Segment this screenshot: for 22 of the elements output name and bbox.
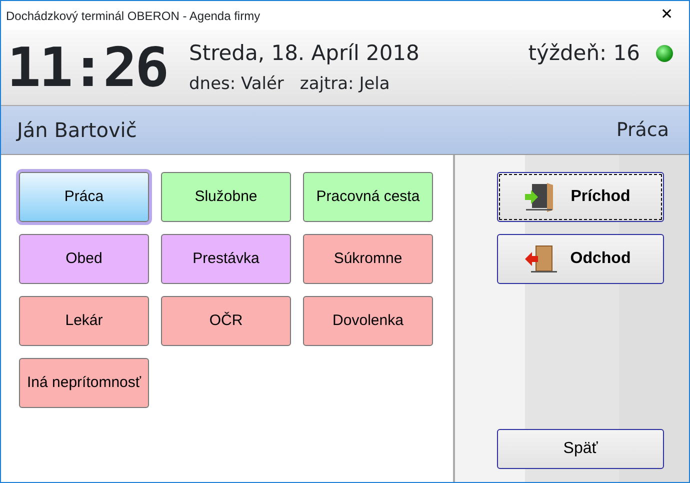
nameday-tomorrow: zajtra: Jela	[300, 73, 390, 96]
activity-button[interactable]: Dovolenka	[303, 296, 433, 346]
week-number: týždeň: 16	[528, 40, 640, 66]
employee-status: Práca	[616, 118, 669, 143]
back-button[interactable]: Späť	[497, 429, 664, 469]
activity-button[interactable]: Obed	[19, 234, 149, 284]
date-text: Streda, 18. Apríl 2018	[189, 40, 420, 66]
activity-button[interactable]: Prestávka	[161, 234, 291, 284]
activity-button[interactable]: Súkromne	[303, 234, 433, 284]
activity-button[interactable]: Práca	[19, 172, 149, 222]
window-title: Dochádzkový terminál OBERON - Agenda firmy	[6, 8, 260, 24]
activity-button[interactable]: Lekár	[19, 296, 149, 346]
employee-name: Ján Bartovič	[17, 117, 137, 144]
nameday-today: dnes: Valér	[189, 73, 284, 96]
clock: 11:26	[6, 40, 168, 94]
action-button[interactable]: Odchod	[497, 234, 664, 284]
activity-button[interactable]: Iná neprítomnosť	[19, 358, 149, 408]
activity-button[interactable]: Služobne	[161, 172, 291, 222]
close-button[interactable]: ✕	[645, 1, 689, 30]
action-button[interactable]: Príchod	[497, 172, 664, 222]
activity-button[interactable]: Pracovná cesta	[303, 172, 433, 222]
activity-button[interactable]: OČR	[161, 296, 291, 346]
